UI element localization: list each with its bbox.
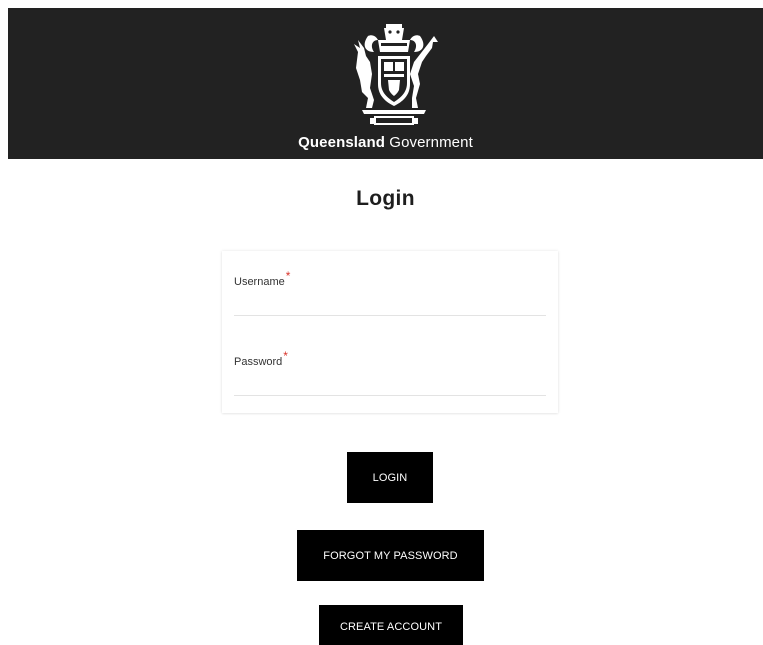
username-label: Username* bbox=[234, 269, 290, 288]
site-header: Queensland Government bbox=[8, 8, 763, 159]
queensland-coat-of-arms-icon bbox=[354, 24, 438, 125]
password-input[interactable] bbox=[234, 376, 546, 396]
login-page: Queensland Government Login Username* Pa… bbox=[0, 0, 763, 645]
required-marker: * bbox=[283, 349, 288, 363]
forgot-password-button[interactable]: FORGOT MY PASSWORD bbox=[297, 530, 484, 581]
page-title: Login bbox=[356, 187, 415, 210]
password-label-text: Password bbox=[234, 356, 283, 368]
password-label: Password* bbox=[234, 349, 288, 368]
password-field: Password* bbox=[234, 344, 546, 404]
brand-bold-text: Queensland bbox=[298, 134, 386, 151]
required-marker: * bbox=[285, 269, 291, 283]
username-field: Username* bbox=[234, 264, 546, 324]
username-label-text: Username bbox=[234, 276, 285, 288]
create-account-button[interactable]: CREATE ACCOUNT bbox=[319, 605, 463, 645]
username-input[interactable] bbox=[234, 296, 546, 316]
login-form-card: Username* Password* bbox=[222, 251, 558, 413]
brand-wordmark: Queensland Government bbox=[8, 134, 763, 151]
brand-light-text: Government bbox=[389, 134, 473, 151]
login-button[interactable]: LOGIN bbox=[347, 452, 433, 503]
